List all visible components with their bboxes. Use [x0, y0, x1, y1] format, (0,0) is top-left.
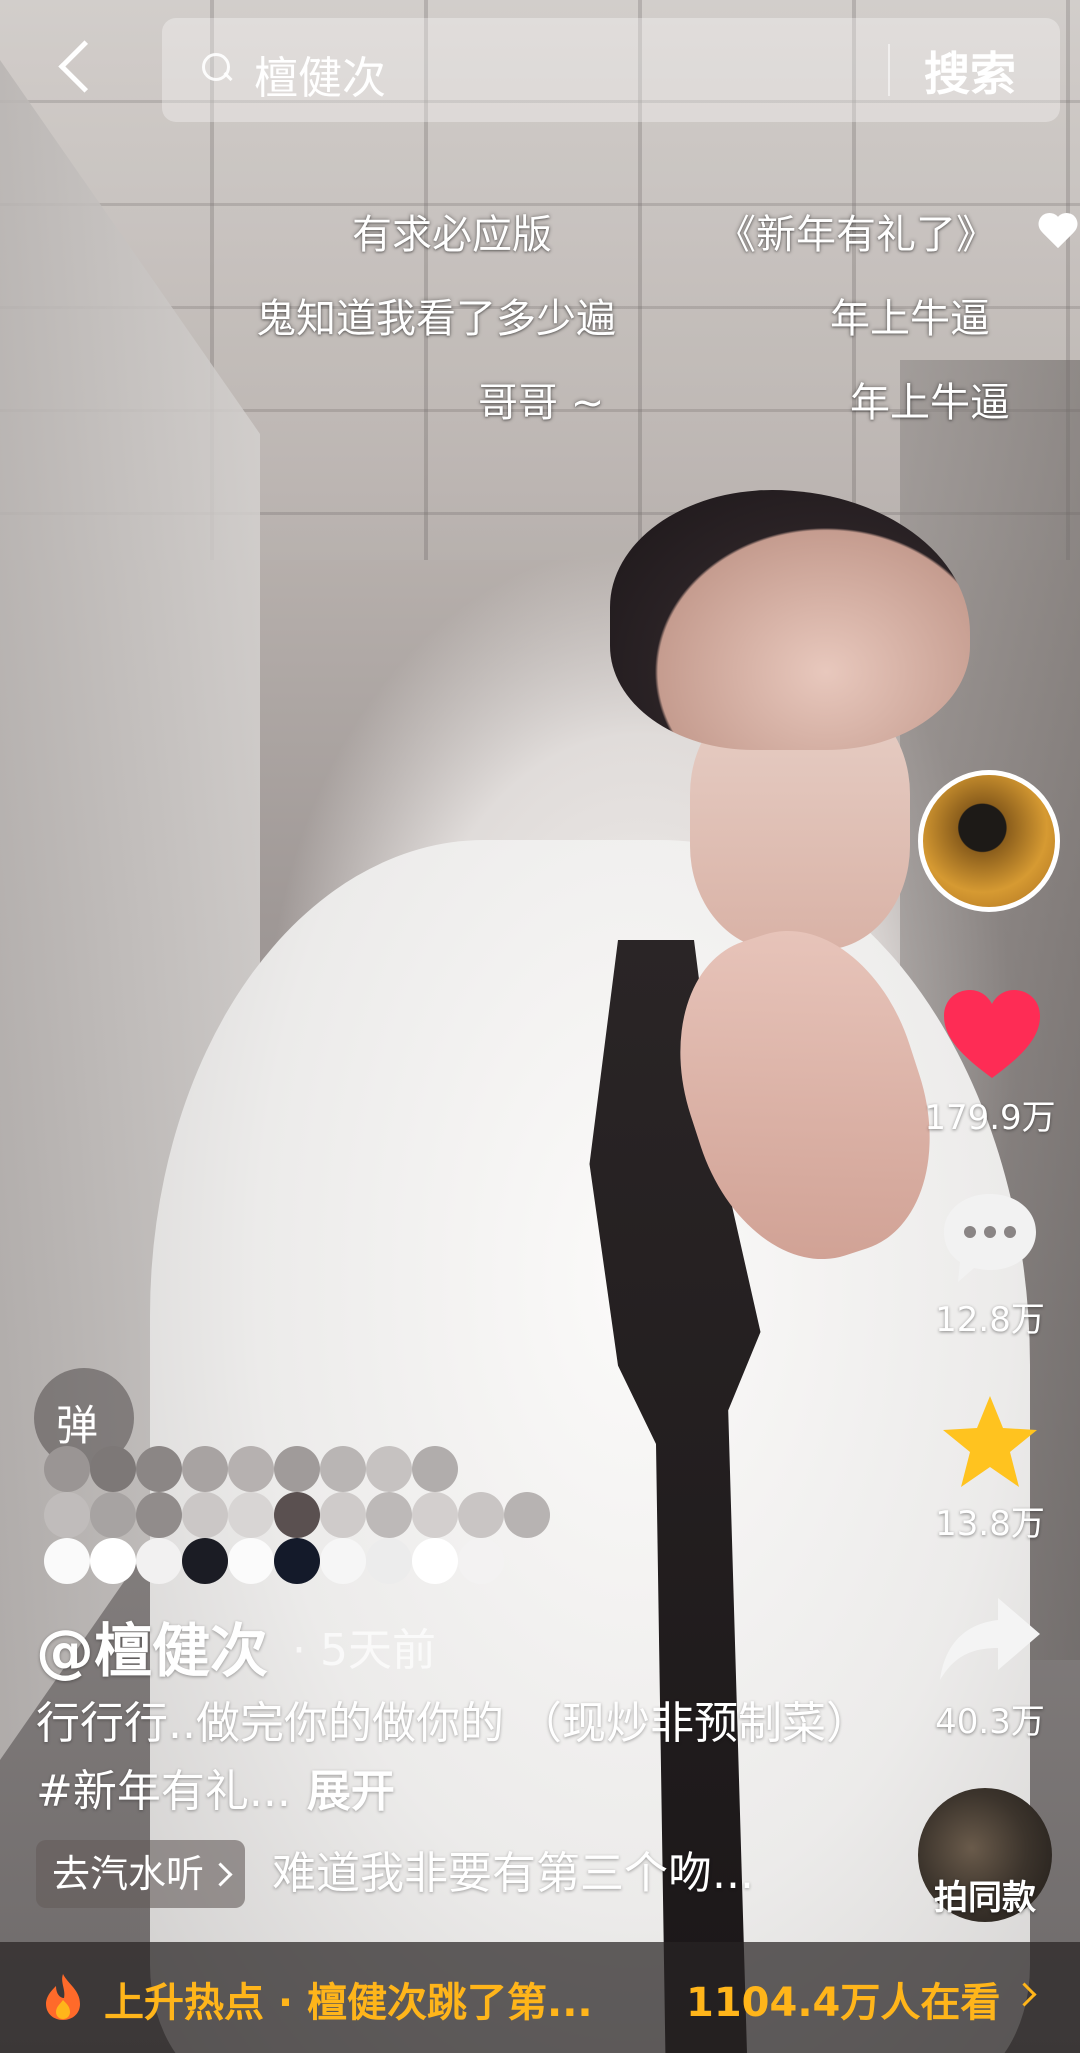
- mosaic-censor: [44, 1446, 550, 1616]
- search-query: 檀健次: [254, 53, 386, 104]
- like-button[interactable]: [942, 988, 1042, 1080]
- favorite-button[interactable]: [938, 1392, 1042, 1492]
- danmaku-toggle-label: 弹: [56, 1401, 99, 1450]
- trending-bar[interactable]: 上升热点 · 檀健次跳了第... 1104.4万人在看: [0, 1942, 1080, 2053]
- danmaku-comment: 哥哥 ~: [478, 380, 605, 426]
- heart-icon: [944, 990, 1040, 1078]
- video-screen[interactable]: 檀健次 搜索 有求必应版 《新年有礼了》 鬼知道我看了多少遍 年上牛逼 哥哥 ~…: [0, 0, 1080, 2053]
- search-input[interactable]: 檀健次 搜索: [162, 18, 1060, 122]
- top-bar: 檀健次 搜索: [0, 0, 1080, 130]
- danmaku-comment: 《新年有礼了》: [716, 212, 996, 258]
- flame-icon: [46, 1974, 80, 2020]
- danmaku-comment: 有求必应版: [352, 212, 552, 258]
- expand-button[interactable]: 展开: [307, 1766, 395, 1817]
- star-icon: [943, 1396, 1037, 1487]
- danmaku-comment: 年上牛逼: [850, 380, 1010, 426]
- search-icon: [202, 53, 232, 83]
- share-button[interactable]: [936, 1594, 1044, 1684]
- viewer-count: 1104.4万人在看: [686, 1980, 1001, 2026]
- chevron-right-icon: [208, 1862, 233, 1887]
- chevron-right-icon: [1012, 1982, 1037, 2007]
- post-caption[interactable]: 行行行..做完你的做你的 （现炒非预制菜）#新年有礼... 展开: [36, 1690, 866, 1826]
- search-divider: [888, 44, 890, 96]
- caption-text: 行行行..做完你的做你的 （现炒非预制菜）#新年有礼...: [36, 1698, 848, 1817]
- author-name[interactable]: @檀健次: [36, 1604, 268, 1688]
- danmaku-comment: 年上牛逼: [830, 296, 990, 342]
- music-title[interactable]: 难道我非要有第三个吻...: [272, 1840, 754, 1908]
- heart-icon: [1044, 210, 1080, 250]
- comment-button[interactable]: [940, 1190, 1040, 1286]
- search-button[interactable]: 搜索: [924, 38, 1016, 104]
- post-time: · 5天前: [292, 1625, 436, 1676]
- same-style-label[interactable]: 拍同款: [910, 1870, 1060, 1919]
- comment-bubble-icon: [944, 1194, 1036, 1282]
- danmaku-comment: 鬼知道我看了多少遍: [256, 296, 616, 342]
- share-arrow-icon: [940, 1598, 1040, 1680]
- like-count: 179.9万: [924, 1098, 1056, 1138]
- share-count: 40.3万: [935, 1702, 1045, 1742]
- music-chip-label: 去汽水听: [52, 1852, 205, 1896]
- back-button[interactable]: [48, 32, 108, 108]
- music-app-link[interactable]: 去汽水听: [36, 1840, 246, 1908]
- trending-text: 上升热点 · 檀健次跳了第...: [104, 1980, 593, 2026]
- favorite-count: 13.8万: [935, 1504, 1045, 1544]
- author-avatar[interactable]: [918, 770, 1060, 912]
- comment-count: 12.8万: [935, 1300, 1045, 1340]
